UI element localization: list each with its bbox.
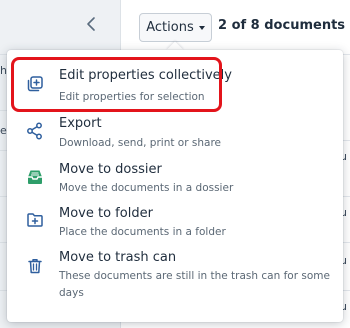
actions-button-label: Actions <box>146 20 194 35</box>
menu-item-description: These documents are still in the trash c… <box>59 270 330 299</box>
menu-item-label: Move to dossier <box>59 162 162 177</box>
menu-item-edit-properties[interactable]: Edit properties collectively Edit proper… <box>7 62 343 114</box>
menu-item-move-to-folder[interactable]: Move to folder Place the documents in a … <box>7 202 343 246</box>
menu-item-label: Move to trash can <box>59 250 177 265</box>
menu-item-description: Move the documents in a dossier <box>59 182 234 194</box>
menu-item-move-to-trash[interactable]: Move to trash can These documents are st… <box>7 246 343 308</box>
menu-item-description: Place the documents in a folder <box>59 226 226 238</box>
sidebar-peek-text: e <box>0 124 7 137</box>
menu-item-description: Edit properties for selection <box>59 91 205 103</box>
trash-icon <box>26 257 44 275</box>
menu-item-label: Move to folder <box>59 206 153 221</box>
stack-plus-icon <box>26 75 44 93</box>
chevron-left-icon[interactable] <box>83 15 99 39</box>
menu-item-label: Edit properties collectively <box>59 68 232 83</box>
caret-down-icon <box>198 25 205 30</box>
inbox-tray-icon <box>26 168 44 186</box>
menu-item-description: Download, send, print or share <box>59 137 221 149</box>
app-screen: he e Actions 2 of 8 documents selec u u … <box>0 0 350 328</box>
menu-item-label: Export <box>59 116 102 131</box>
share-icon <box>26 122 44 140</box>
folder-plus-icon <box>26 211 44 229</box>
selection-count: 2 of 8 documents selec <box>218 18 350 33</box>
actions-button[interactable]: Actions <box>139 13 212 42</box>
menu-item-export[interactable]: Export Download, send, print or share <box>7 114 343 158</box>
menu-item-move-to-dossier[interactable]: Move to dossier Move the documents in a … <box>7 158 343 202</box>
